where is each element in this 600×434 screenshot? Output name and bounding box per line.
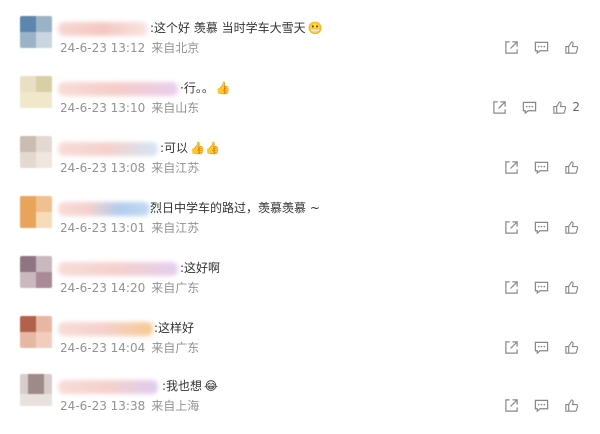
thumbs-up-icon[interactable] <box>562 278 580 296</box>
comment-actions <box>490 338 580 356</box>
comment-item: :我也想 😂 24-6-23 13:38 来自上海 <box>0 374 600 432</box>
comment-item: ·行。。 👍 24-6-23 13:10 来自山东 2 <box>0 76 600 134</box>
comment-text: 烈日中学车的路过，羡慕羡慕 ~ <box>150 201 320 215</box>
like-count: 2 <box>572 100 580 114</box>
comment-actions: 2 <box>478 98 580 116</box>
laughing-emoji: 😂 <box>204 379 219 393</box>
comment-text: :这样好 <box>154 321 195 335</box>
comment-actions <box>490 218 580 236</box>
comment-item: :这好啊 24-6-23 14:20 来自广东 <box>0 256 600 314</box>
comment-meta: 24-6-23 14:04 来自广东 <box>60 339 199 356</box>
comment-date: 24-6-23 13:38 <box>60 399 146 413</box>
username-blurred[interactable] <box>58 22 148 36</box>
comment-text: ·行。。 👍 <box>180 81 231 95</box>
username-blurred[interactable] <box>58 262 178 276</box>
comment-date: 24-6-23 13:01 <box>60 221 146 235</box>
username-blurred[interactable] <box>58 82 178 96</box>
comment-location: 来自上海 <box>151 399 200 413</box>
share-icon[interactable] <box>502 38 520 56</box>
thumbs-up-emoji: 👍 <box>215 81 231 95</box>
grimace-emoji: 😬 <box>307 21 323 35</box>
comment-meta: 24-6-23 13:10 来自山东 <box>60 99 199 116</box>
comment-actions <box>490 396 580 414</box>
comment-icon[interactable] <box>520 98 538 116</box>
share-icon[interactable] <box>502 396 520 414</box>
comment-text: :这个好 羡慕 当时学车大雪天 😬 <box>150 21 323 35</box>
comment-location: 来自江苏 <box>151 161 200 175</box>
comment-date: 24-6-23 13:12 <box>60 41 146 55</box>
comment-actions <box>490 38 580 56</box>
comment-meta: 24-6-23 14:20 来自广东 <box>60 279 199 296</box>
comment-date: 24-6-23 13:10 <box>60 101 146 115</box>
avatar[interactable] <box>20 76 52 108</box>
comment-meta: 24-6-23 13:01 来自江苏 <box>60 219 199 236</box>
avatar[interactable] <box>20 136 52 168</box>
comment-date: 24-6-23 14:04 <box>60 341 146 355</box>
comment-item: :这样好 24-6-23 14:04 来自广东 <box>0 316 600 374</box>
thumbs-up-emoji: 👍👍 <box>190 141 220 155</box>
comment-location: 来自广东 <box>151 281 200 295</box>
comment-location: 来自广东 <box>151 341 200 355</box>
comment-icon[interactable] <box>532 218 550 236</box>
avatar[interactable] <box>20 256 52 288</box>
comment-actions <box>490 158 580 176</box>
comment-icon[interactable] <box>532 38 550 56</box>
avatar[interactable] <box>20 374 52 406</box>
comment-meta: 24-6-23 13:12 来自北京 <box>60 39 199 56</box>
comment-location: 来自山东 <box>151 101 200 115</box>
comment-icon[interactable] <box>532 396 550 414</box>
avatar[interactable] <box>20 316 52 348</box>
share-icon[interactable] <box>490 98 508 116</box>
comment-actions <box>490 278 580 296</box>
comment-date: 24-6-23 14:20 <box>60 281 146 295</box>
thumbs-up-icon[interactable] <box>550 98 568 116</box>
thumbs-up-icon[interactable] <box>562 158 580 176</box>
share-icon[interactable] <box>502 338 520 356</box>
username-blurred[interactable] <box>58 142 158 156</box>
username-blurred[interactable] <box>58 380 158 394</box>
share-icon[interactable] <box>502 158 520 176</box>
username-blurred[interactable] <box>58 202 150 216</box>
thumbs-up-icon[interactable] <box>562 218 580 236</box>
avatar[interactable] <box>20 196 52 228</box>
comment-date: 24-6-23 13:08 <box>60 161 146 175</box>
avatar[interactable] <box>20 16 52 48</box>
thumbs-up-icon[interactable] <box>562 38 580 56</box>
comment-icon[interactable] <box>532 338 550 356</box>
comment-text: :可以 👍👍 <box>160 141 220 155</box>
comment-meta: 24-6-23 13:38 来自上海 <box>60 397 199 414</box>
comment-location: 来自北京 <box>151 41 200 55</box>
comment-item: :可以 👍👍 24-6-23 13:08 来自江苏 <box>0 136 600 194</box>
comment-item: 烈日中学车的路过，羡慕羡慕 ~ 24-6-23 13:01 来自江苏 <box>0 196 600 254</box>
comment-meta: 24-6-23 13:08 来自江苏 <box>60 159 199 176</box>
share-icon[interactable] <box>502 278 520 296</box>
thumbs-up-icon[interactable] <box>562 396 580 414</box>
share-icon[interactable] <box>502 218 520 236</box>
username-blurred[interactable] <box>58 322 153 336</box>
comment-item: :这个好 羡慕 当时学车大雪天 😬 24-6-23 13:12 来自北京 <box>0 16 600 74</box>
comment-icon[interactable] <box>532 158 550 176</box>
comment-icon[interactable] <box>532 278 550 296</box>
thumbs-up-icon[interactable] <box>562 338 580 356</box>
comment-text: :这好啊 <box>180 261 221 275</box>
comment-location: 来自江苏 <box>151 221 200 235</box>
comment-text: :我也想 😂 <box>162 379 219 393</box>
